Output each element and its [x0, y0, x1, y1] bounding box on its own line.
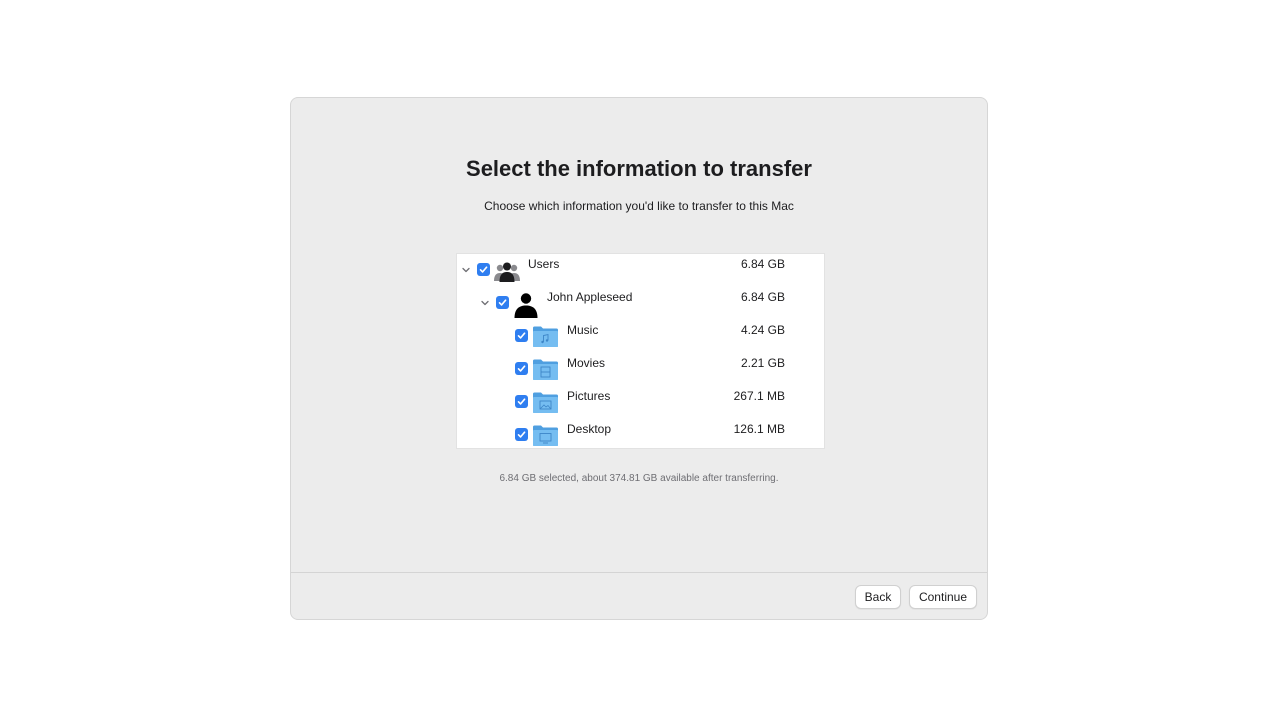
- users-group-icon: [494, 262, 520, 282]
- footer-divider: [291, 572, 987, 573]
- page-title: Select the information to transfer: [466, 156, 812, 181]
- john-appleseed-checkbox[interactable]: [496, 296, 509, 309]
- pictures-checkbox[interactable]: [515, 395, 528, 408]
- pictures-folder-icon: [533, 392, 558, 413]
- tree-row-size: 267.1 MB: [733, 389, 785, 403]
- movies-checkbox[interactable]: [515, 362, 528, 375]
- tree-row-size: 4.24 GB: [740, 323, 785, 337]
- tree-row-label: Desktop: [567, 422, 612, 436]
- tree-row-label: John Appleseed: [547, 290, 633, 304]
- tree-row-music[interactable]: Music 4.24 GB: [457, 320, 824, 353]
- tree-row-john-appleseed[interactable]: John Appleseed 6.84 GB: [457, 287, 824, 320]
- tree-row-size: 6.84 GB: [740, 290, 785, 304]
- tree-row-label: Movies: [567, 356, 606, 370]
- movies-folder-icon: [533, 359, 558, 380]
- desktop-checkbox[interactable]: [515, 428, 528, 441]
- chevron-down-icon[interactable]: [461, 265, 471, 275]
- back-button[interactable]: Back: [855, 585, 901, 609]
- desktop-folder-icon: [533, 425, 558, 446]
- tree-row-users[interactable]: Users 6.84 GB: [457, 254, 824, 287]
- tree-row-label: Music: [567, 323, 599, 337]
- music-checkbox[interactable]: [515, 329, 528, 342]
- transfer-summary-text: 6.84 GB selected, about 374.81 GB availa…: [499, 473, 779, 484]
- tree-row-size: 126.1 MB: [733, 422, 785, 436]
- user-icon: [514, 293, 538, 318]
- continue-button[interactable]: Continue: [909, 585, 977, 609]
- tree-row-desktop[interactable]: Desktop 126.1 MB: [457, 419, 824, 452]
- transfer-tree-list[interactable]: Users 6.84 GB John Appleseed 6.84 GB Mus…: [456, 253, 825, 449]
- tree-row-pictures[interactable]: Pictures 267.1 MB: [457, 386, 824, 419]
- users-checkbox[interactable]: [477, 263, 490, 276]
- tree-row-label: Pictures: [567, 389, 611, 403]
- music-folder-icon: [533, 326, 558, 347]
- tree-row-label: Users: [528, 257, 560, 271]
- tree-row-size: 2.21 GB: [740, 356, 785, 370]
- migration-assistant-window: Select the information to transfer Choos…: [290, 97, 988, 620]
- page-subtitle: Choose which information you'd like to t…: [484, 199, 794, 213]
- chevron-down-icon[interactable]: [480, 298, 490, 308]
- tree-row-size: 6.84 GB: [740, 257, 785, 271]
- tree-row-movies[interactable]: Movies 2.21 GB: [457, 353, 824, 386]
